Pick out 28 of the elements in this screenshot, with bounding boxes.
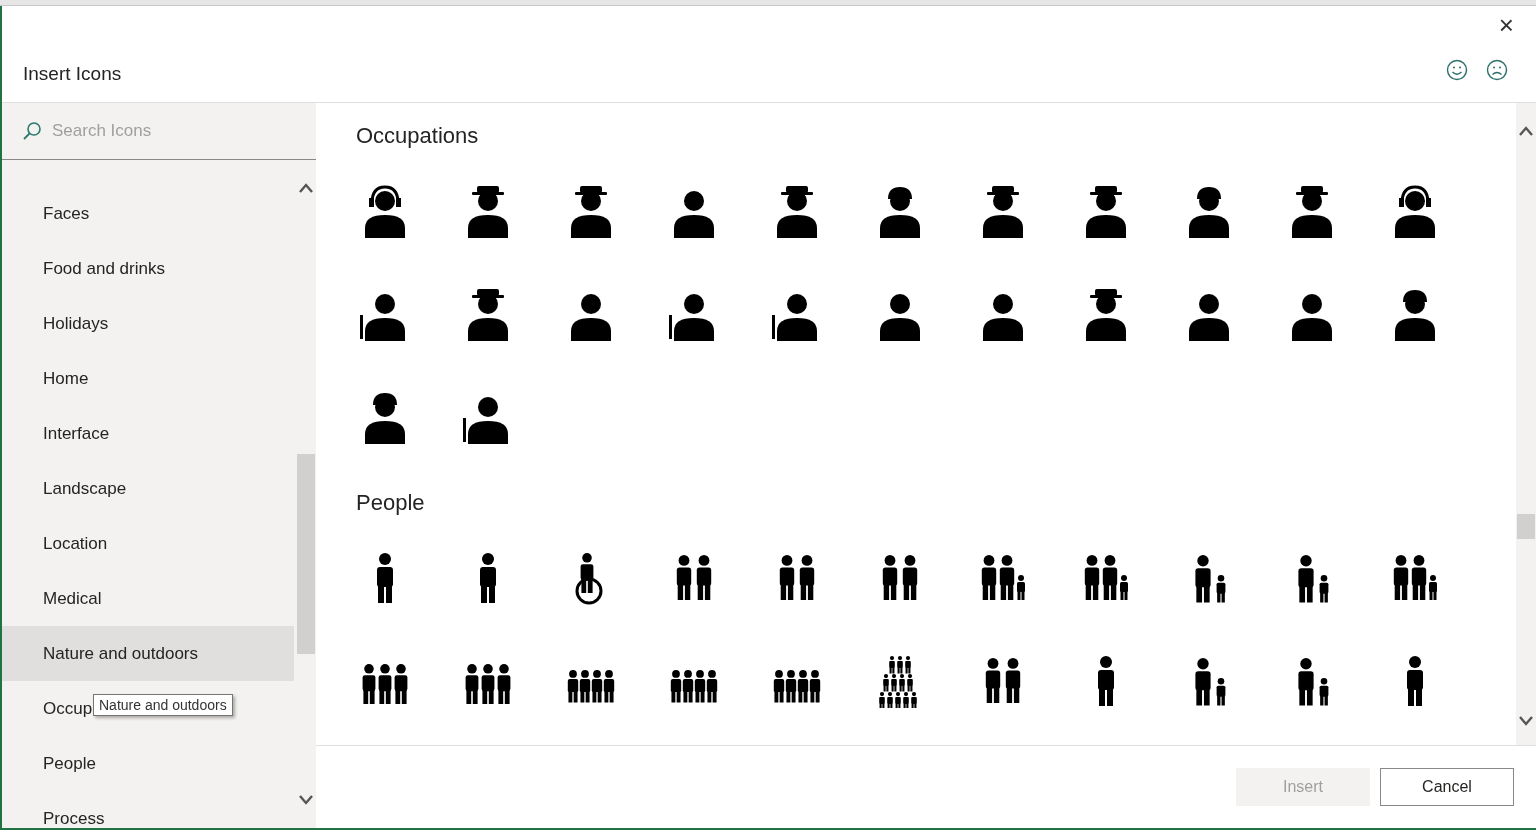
scroll-up-icon[interactable] bbox=[298, 182, 314, 194]
category-item[interactable]: People bbox=[43, 753, 96, 774]
section-heading: People bbox=[356, 490, 426, 516]
scrollbar-thumb[interactable] bbox=[1517, 514, 1535, 539]
category-item[interactable]: Nature and outdoors bbox=[43, 643, 198, 664]
category-item[interactable]: Home bbox=[43, 368, 89, 389]
category-item[interactable]: Medical bbox=[43, 588, 102, 609]
close-button[interactable]: × bbox=[1494, 12, 1518, 38]
dialog-title: Insert Icons bbox=[23, 63, 122, 85]
cancel-button[interactable]: Cancel bbox=[1380, 768, 1514, 806]
category-item[interactable]: Occup bbox=[43, 698, 93, 719]
category-item[interactable]: Location bbox=[43, 533, 108, 554]
scroll-down-icon[interactable] bbox=[298, 794, 314, 806]
category-item[interactable]: Interface bbox=[43, 423, 110, 444]
category-item[interactable]: Faces bbox=[43, 203, 90, 224]
frown-icon[interactable] bbox=[1486, 59, 1508, 81]
scroll-down-icon[interactable] bbox=[1518, 715, 1534, 727]
section-heading: Occupations bbox=[356, 123, 480, 149]
category-item[interactable]: Landscape bbox=[43, 478, 127, 499]
search-field[interactable]: Search Icons bbox=[52, 117, 292, 145]
smile-icon[interactable] bbox=[1446, 59, 1468, 81]
category-item[interactable]: Food and drinks bbox=[43, 258, 165, 279]
tooltip: Nature and outdoors bbox=[93, 694, 233, 716]
search-icon bbox=[22, 121, 42, 141]
category-item[interactable]: Process bbox=[43, 808, 105, 828]
category-item[interactable]: Holidays bbox=[43, 313, 109, 334]
scrollbar-thumb[interactable] bbox=[297, 454, 315, 654]
scroll-up-icon[interactable] bbox=[1518, 125, 1534, 137]
